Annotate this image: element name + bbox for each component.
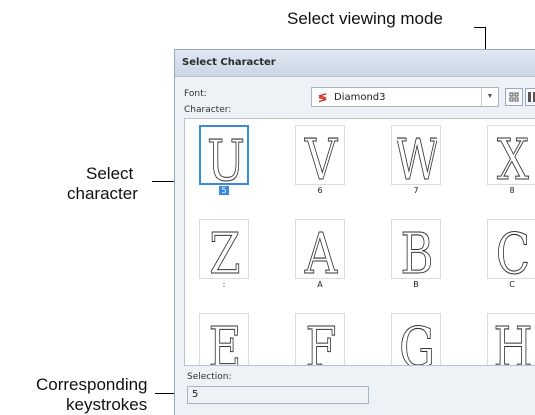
font-label: Font: [184, 89, 207, 99]
character-glyph: W [397, 129, 437, 183]
grid-view-icon [509, 92, 519, 102]
character-cell-frame: X [487, 125, 535, 185]
character-keystroke: 6 [317, 186, 323, 195]
character-glyph: A [303, 223, 338, 277]
grid-view-button[interactable] [505, 88, 523, 106]
character-glyph: F [305, 317, 337, 366]
svg-text:B: B [401, 223, 434, 277]
character-keystroke: B [413, 280, 419, 289]
character-cell-frame: U [199, 125, 249, 185]
select-character-dialog: Select Character Font: Character: ≶ Diam… [174, 49, 535, 415]
font-combobox-value: Diamond3 [334, 92, 386, 103]
character-cell-frame: C [487, 219, 535, 279]
character-cell-frame: G [391, 313, 441, 366]
svg-text:H: H [493, 317, 532, 366]
font-type-icon: ≶ [318, 92, 328, 104]
svg-text:Z: Z [209, 223, 240, 277]
character-cell[interactable]: G [391, 313, 441, 366]
callout-select-char-1: Select [86, 164, 134, 183]
dialog-title: Select Character [182, 57, 276, 68]
character-cell-frame: E [199, 313, 249, 366]
character-cell[interactable]: W7 [391, 125, 441, 199]
svg-text:E: E [209, 317, 242, 366]
character-keystroke: C [509, 280, 515, 289]
character-cell[interactable]: V6 [295, 125, 345, 199]
callout-select-char-2: character [67, 184, 138, 203]
selection-field[interactable]: 5 [187, 386, 369, 404]
callout-keystrokes-1: Corresponding [36, 375, 148, 394]
character-cell[interactable]: U5 [199, 125, 249, 199]
character-glyph: C [495, 223, 530, 277]
character-cell[interactable]: F [295, 313, 345, 366]
callout-keystrokes-2: keystrokes [66, 395, 148, 414]
list-view-button[interactable] [525, 88, 535, 106]
selection-label: Selection: [187, 372, 232, 382]
svg-text:X: X [497, 129, 529, 183]
character-cell[interactable]: CC [487, 219, 535, 293]
list-view-icon [528, 92, 535, 102]
character-glyph: V [303, 129, 338, 183]
dialog-titlebar[interactable]: Select Character [175, 50, 535, 77]
character-glyph: X [497, 129, 530, 183]
character-cell-frame: B [391, 219, 441, 279]
character-keystroke: : [222, 280, 226, 289]
character-cell-frame: V [295, 125, 345, 185]
character-cell[interactable]: H [487, 313, 535, 366]
character-grid: U5V6W7X8Z:AABBCCEFGH [184, 118, 535, 366]
character-keystroke: 7 [413, 186, 419, 195]
character-glyph: U [207, 130, 246, 184]
svg-text:F: F [305, 317, 336, 366]
character-cell[interactable]: BB [391, 219, 441, 293]
character-cell-frame: Z [199, 219, 249, 279]
svg-text:A: A [304, 223, 338, 277]
character-label: Character: [184, 105, 232, 115]
svg-text:U: U [207, 130, 245, 184]
character-cell-frame: H [487, 313, 535, 366]
character-keystroke: 8 [509, 186, 515, 195]
character-glyph: G [399, 317, 436, 366]
character-keystroke: 5 [219, 186, 229, 195]
character-cell-frame: A [295, 219, 345, 279]
character-cell-frame: W [391, 125, 441, 185]
character-cell[interactable]: AA [295, 219, 345, 293]
svg-text:V: V [304, 129, 338, 183]
character-glyph: Z [209, 223, 241, 277]
character-cell[interactable]: X8 [487, 125, 535, 199]
font-combobox[interactable]: ≶ Diamond3 ▼ [311, 87, 499, 107]
svg-text:G: G [399, 317, 435, 366]
svg-text:C: C [496, 223, 530, 277]
character-glyph: E [208, 317, 242, 366]
callout-view-mode: Select viewing mode [287, 9, 443, 28]
character-cell-frame: F [295, 313, 345, 366]
character-glyph: B [400, 223, 434, 277]
character-glyph: H [493, 317, 533, 366]
svg-text:W: W [397, 129, 437, 183]
character-cell[interactable]: E [199, 313, 249, 366]
character-keystroke: A [317, 280, 323, 289]
character-cell[interactable]: Z: [199, 219, 249, 293]
chevron-down-icon[interactable]: ▼ [481, 88, 498, 106]
